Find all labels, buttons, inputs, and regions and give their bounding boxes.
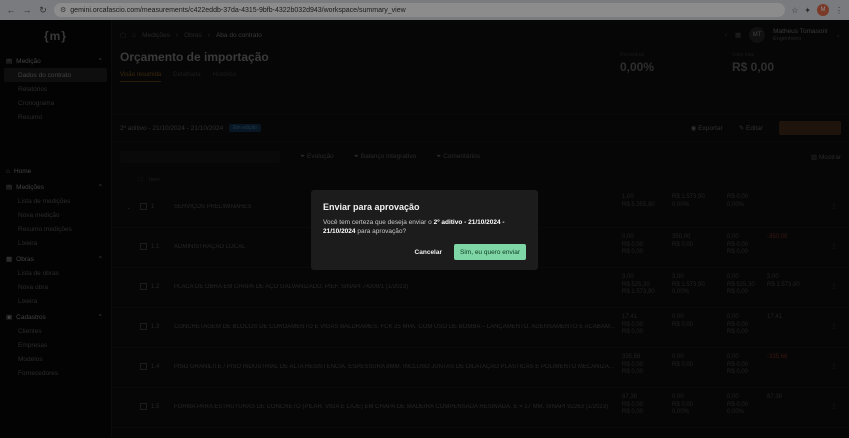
dialog-message: Você tem certeza que deseja enviar o 2º …	[323, 219, 505, 235]
cancel-button[interactable]: Cancelar	[409, 245, 448, 260]
approval-dialog: Enviar para aprovação Você tem certeza q…	[311, 190, 538, 270]
confirm-send-button[interactable]: Sim, eu quero enviar	[454, 244, 526, 260]
dialog-title: Enviar para aprovação	[323, 202, 420, 212]
